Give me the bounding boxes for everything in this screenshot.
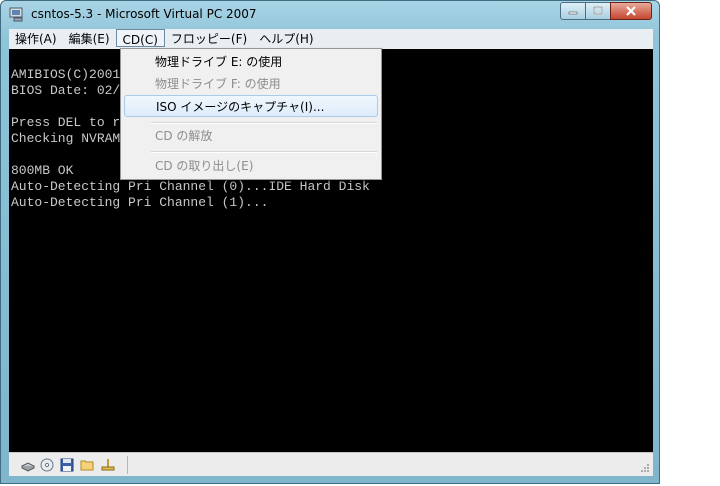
menu-help[interactable]: ヘルプ(H): [253, 29, 319, 47]
menu-item-release-cd[interactable]: CD の解放: [124, 125, 378, 147]
status-divider: [127, 456, 128, 474]
console-line: Checking NVRAM: [11, 131, 121, 146]
status-bar: [9, 452, 653, 476]
console-line: AMIBIOS(C)2001: [11, 67, 121, 82]
hard-disk-icon[interactable]: [21, 458, 35, 472]
resize-grip-icon[interactable]: [640, 463, 650, 473]
menu-bar: 操作(A) 編集(E) CD(C) フロッピー(F) ヘルプ(H): [9, 29, 653, 49]
menu-separator: [151, 122, 377, 124]
console-line: Auto-Detecting Pri Channel (0)...IDE Har…: [11, 179, 370, 194]
menu-floppy[interactable]: フロッピー(F): [165, 29, 253, 47]
maximize-icon: [593, 6, 603, 15]
minimize-button[interactable]: [560, 2, 586, 20]
menu-edit[interactable]: 編集(E): [63, 29, 116, 47]
close-button[interactable]: [610, 2, 652, 20]
console-line: Auto-Detecting Pri Channel (1)...: [11, 195, 269, 210]
menu-item-eject-cd[interactable]: CD の取り出し(E): [124, 155, 378, 177]
title-bar[interactable]: csntos-5.3 - Microsoft Virtual PC 2007: [1, 1, 659, 29]
shared-folder-icon[interactable]: [80, 458, 94, 472]
console-line: 800MB OK: [11, 163, 74, 178]
cd-drive-icon[interactable]: [40, 458, 54, 472]
menu-cd[interactable]: CD(C): [115, 29, 165, 47]
console-line: Press DEL to r: [11, 115, 121, 130]
menu-item-capture-iso[interactable]: ISO イメージのキャプチャ(I)...: [124, 95, 378, 117]
maximize-button[interactable]: [585, 2, 611, 20]
console-line: BIOS Date: 02/: [11, 83, 121, 98]
menu-item-use-drive-e[interactable]: 物理ドライブ E: の使用: [124, 51, 378, 73]
virtual-pc-app-icon: [9, 7, 23, 22]
menu-separator: [151, 151, 377, 153]
cd-menu-dropdown: 物理ドライブ E: の使用 物理ドライブ F: の使用 ISO イメージのキャプ…: [120, 48, 382, 180]
floppy-icon[interactable]: [60, 458, 74, 472]
menu-item-use-drive-f[interactable]: 物理ドライブ F: の使用: [124, 73, 378, 95]
window-title: csntos-5.3 - Microsoft Virtual PC 2007: [31, 7, 257, 21]
close-icon: [626, 6, 636, 16]
menu-action[interactable]: 操作(A): [9, 29, 63, 47]
minimize-icon: [568, 11, 578, 15]
network-icon[interactable]: [101, 458, 115, 472]
